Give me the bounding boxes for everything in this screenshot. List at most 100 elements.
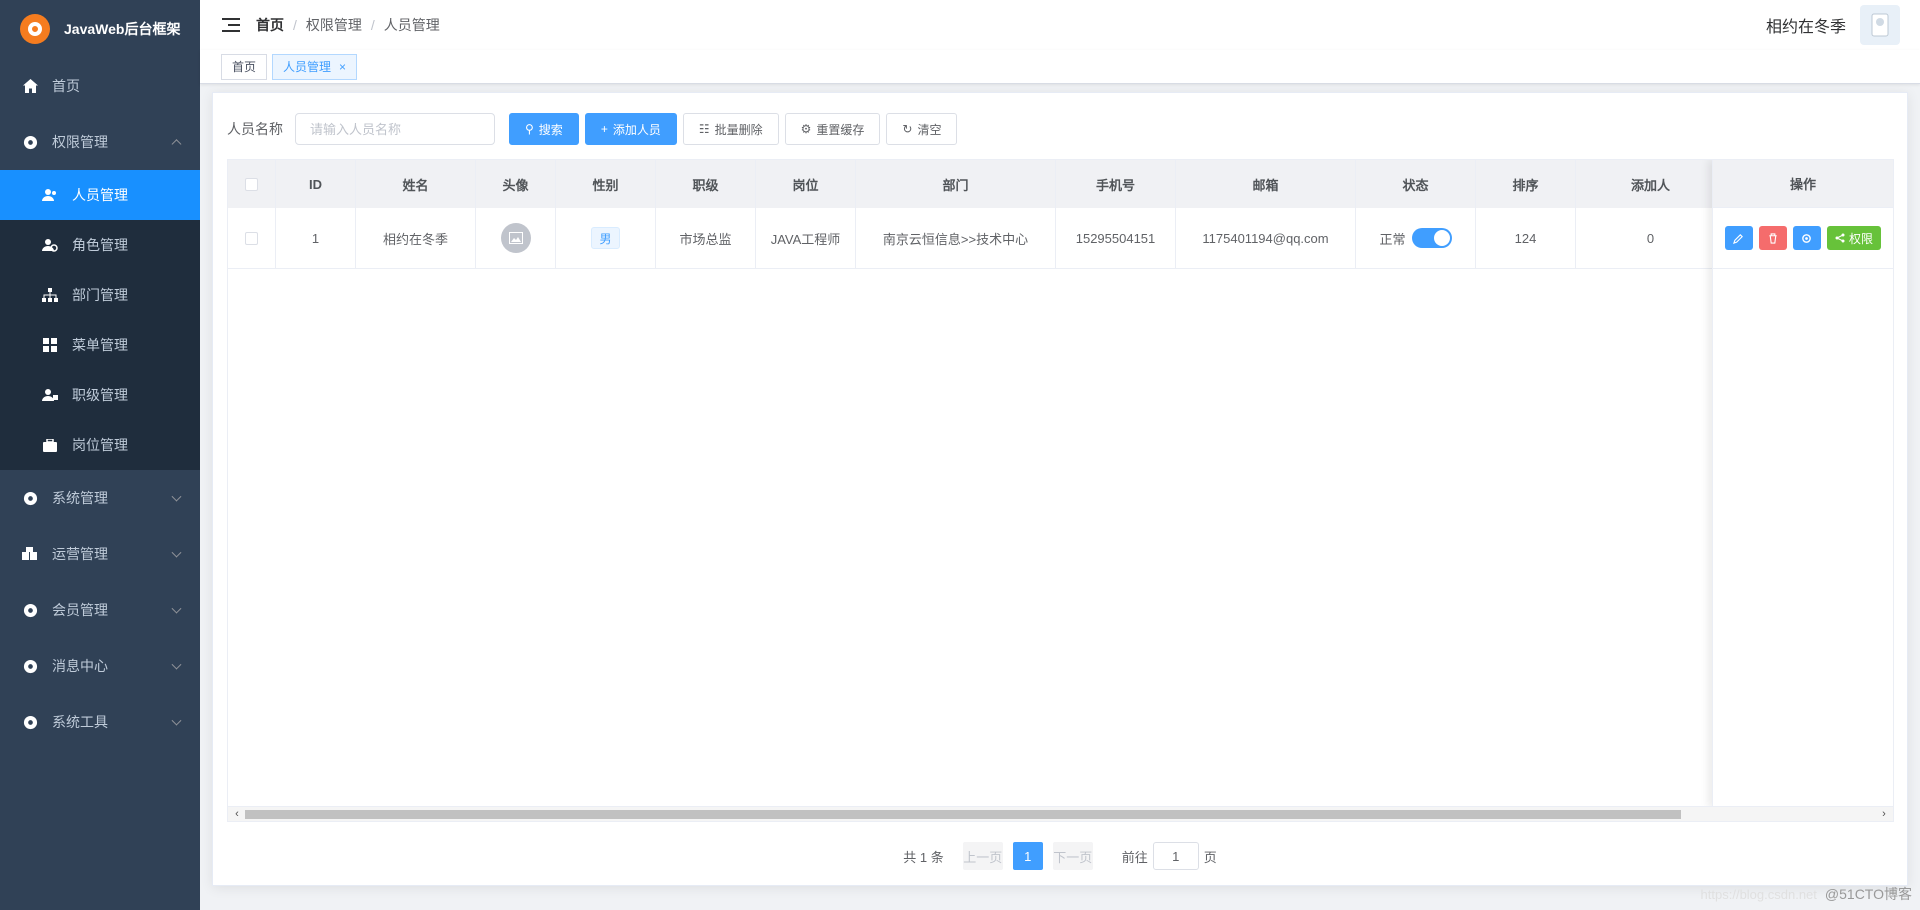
column-header[interactable]: 状态 (1356, 160, 1476, 208)
search-button[interactable]: ⚲ 搜索 (509, 113, 579, 145)
search-input[interactable] (295, 113, 495, 145)
sidebar-item-system[interactable]: 系统管理 (0, 470, 200, 526)
actions-column: 操作 权限 (1712, 160, 1893, 808)
permission-button[interactable]: 权限 (1826, 226, 1881, 250)
button-label: 添加人员 (612, 122, 661, 137)
settings-icon (22, 134, 38, 150)
sidebar-item-label: 首页 (52, 78, 80, 94)
sidebar-item-permission[interactable]: 权限管理 (0, 114, 200, 170)
scroll-left-icon[interactable]: ‹ (230, 807, 244, 821)
batch-delete-button[interactable]: ☷ 批量删除 (682, 113, 779, 145)
settings-icon (22, 714, 38, 730)
edit-button[interactable] (1724, 226, 1753, 250)
status-toggle[interactable] (1411, 228, 1452, 248)
column-header[interactable]: 性别 (556, 160, 656, 208)
button-label: 搜索 (538, 122, 563, 137)
table-row[interactable]: 1 相约在冬季 男 市场总监 JAVA工程师 南京云恒信息>>技术中心 1529… (228, 208, 1726, 269)
close-icon[interactable]: × (339, 55, 346, 79)
user-menu[interactable]: 相约在冬季 (1766, 5, 1900, 45)
column-header[interactable]: 头像 (476, 160, 556, 208)
page-suffix: 页 (1203, 849, 1217, 865)
delete-button[interactable] (1758, 226, 1787, 250)
select-all-checkbox[interactable] (245, 177, 258, 191)
chevron-down-icon (171, 715, 182, 726)
sidebar-item-departments[interactable]: 部门管理 (0, 270, 200, 320)
search-icon: ⚲ (525, 122, 534, 136)
sidebar-item-home[interactable]: 首页 (0, 58, 200, 114)
watermark-text: @51CTO博客 (1824, 886, 1912, 902)
user-name: 相约在冬季 (1765, 19, 1846, 36)
column-header[interactable]: 排序 (1476, 160, 1576, 208)
chevron-down-icon (171, 603, 182, 614)
sidebar-item-users[interactable]: 人员管理 (0, 170, 200, 220)
scroll-right-icon[interactable]: › (1877, 807, 1891, 821)
column-header[interactable]: ID (276, 160, 356, 208)
gear-icon: ⚙ (800, 122, 812, 136)
page-number[interactable]: 1 (1012, 842, 1043, 870)
goto-label: 前往 (1121, 849, 1148, 865)
sidebar-item-operations[interactable]: 运营管理 (0, 526, 200, 582)
cell-name: 相约在冬季 (356, 208, 476, 268)
user-level-icon (42, 387, 58, 403)
add-user-button[interactable]: + 添加人员 (584, 113, 677, 145)
watermark-faint: https://blog.csdn.net (1700, 887, 1817, 902)
sidebar-item-roles[interactable]: 角色管理 (0, 220, 200, 270)
sidebar-item-label: 系统管理 (52, 490, 108, 506)
sidebar-item-label: 消息中心 (52, 658, 108, 674)
reset-cache-button[interactable]: ⚙ 重置缓存 (784, 113, 881, 145)
next-page-button[interactable]: 下一页 (1052, 842, 1093, 870)
app-title: JavaWeb后台框架 (64, 21, 181, 37)
avatar[interactable] (1860, 5, 1900, 45)
column-header: 操作 (1713, 160, 1893, 208)
tags-view: 首页 人员管理 × (200, 50, 1920, 84)
tag-users[interactable]: 人员管理 × (272, 53, 358, 80)
scrollbar-thumb[interactable] (245, 810, 1681, 819)
tag-home[interactable]: 首页 (221, 53, 268, 80)
sidebar-item-tools[interactable]: 系统工具 (0, 694, 200, 750)
goto-page-input[interactable] (1152, 842, 1199, 870)
plus-icon: + (600, 122, 608, 136)
sidebar-item-members[interactable]: 会员管理 (0, 582, 200, 638)
prev-page-button[interactable]: 上一页 (962, 842, 1003, 870)
search-form: 人员名称 ⚲ 搜索 + 添加人员 ☷ 批量删除 ⚙ 重置缓存 ↻ 清空 (227, 113, 963, 145)
column-header[interactable]: 添加人 (1576, 160, 1726, 208)
settings-icon (22, 658, 38, 674)
search-label: 人员名称 (227, 121, 283, 137)
column-header[interactable]: 部门 (856, 160, 1056, 208)
sidebar-item-menus[interactable]: 菜单管理 (0, 320, 200, 370)
column-header[interactable]: 手机号 (1056, 160, 1176, 208)
row-actions: 权限 (1713, 208, 1893, 269)
sidebar-item-levels[interactable]: 职级管理 (0, 370, 200, 420)
cell-position: JAVA工程师 (756, 208, 856, 268)
logo-icon (20, 14, 50, 44)
sidebar: JavaWeb后台框架 首页 权限管理 人员管理 角色管理 部门管理 菜单管理 … (0, 0, 200, 910)
settings-button[interactable] (1792, 226, 1821, 250)
sidebar-item-positions[interactable]: 岗位管理 (0, 420, 200, 470)
refresh-icon: ↻ (902, 122, 913, 136)
sidebar-item-label: 运营管理 (52, 546, 108, 562)
pagination-total: 共 1 条 (903, 849, 944, 865)
pagination: 共 1 条 上一页 1 下一页 前往 页 (213, 842, 1907, 870)
sidebar-item-messages[interactable]: 消息中心 (0, 638, 200, 694)
trash-icon (1769, 232, 1777, 244)
horizontal-scrollbar[interactable]: ‹ › (228, 806, 1893, 821)
cell-level: 市场总监 (656, 208, 756, 268)
user-role-icon (42, 237, 58, 253)
sidebar-item-label: 人员管理 (72, 187, 128, 203)
app-logo[interactable]: JavaWeb后台框架 (0, 0, 200, 58)
sidebar-item-label: 岗位管理 (72, 437, 128, 453)
table-header: ID 姓名 头像 性别 职级 岗位 部门 手机号 邮箱 状态 排序 添加人 (228, 160, 1726, 208)
clear-button[interactable]: ↻ 清空 (886, 113, 958, 145)
column-header[interactable]: 岗位 (756, 160, 856, 208)
hamburger-icon[interactable] (222, 18, 240, 32)
row-checkbox[interactable] (245, 231, 258, 245)
breadcrumb-item: 人员管理 (383, 17, 440, 33)
breadcrumb-item[interactable]: 首页 (256, 17, 284, 33)
settings-icon (22, 602, 38, 618)
edit-icon (1733, 233, 1744, 244)
select-all-cell (228, 160, 276, 208)
column-header[interactable]: 姓名 (356, 160, 476, 208)
column-header[interactable]: 邮箱 (1176, 160, 1356, 208)
chevron-up-icon (171, 139, 182, 150)
column-header[interactable]: 职级 (656, 160, 756, 208)
